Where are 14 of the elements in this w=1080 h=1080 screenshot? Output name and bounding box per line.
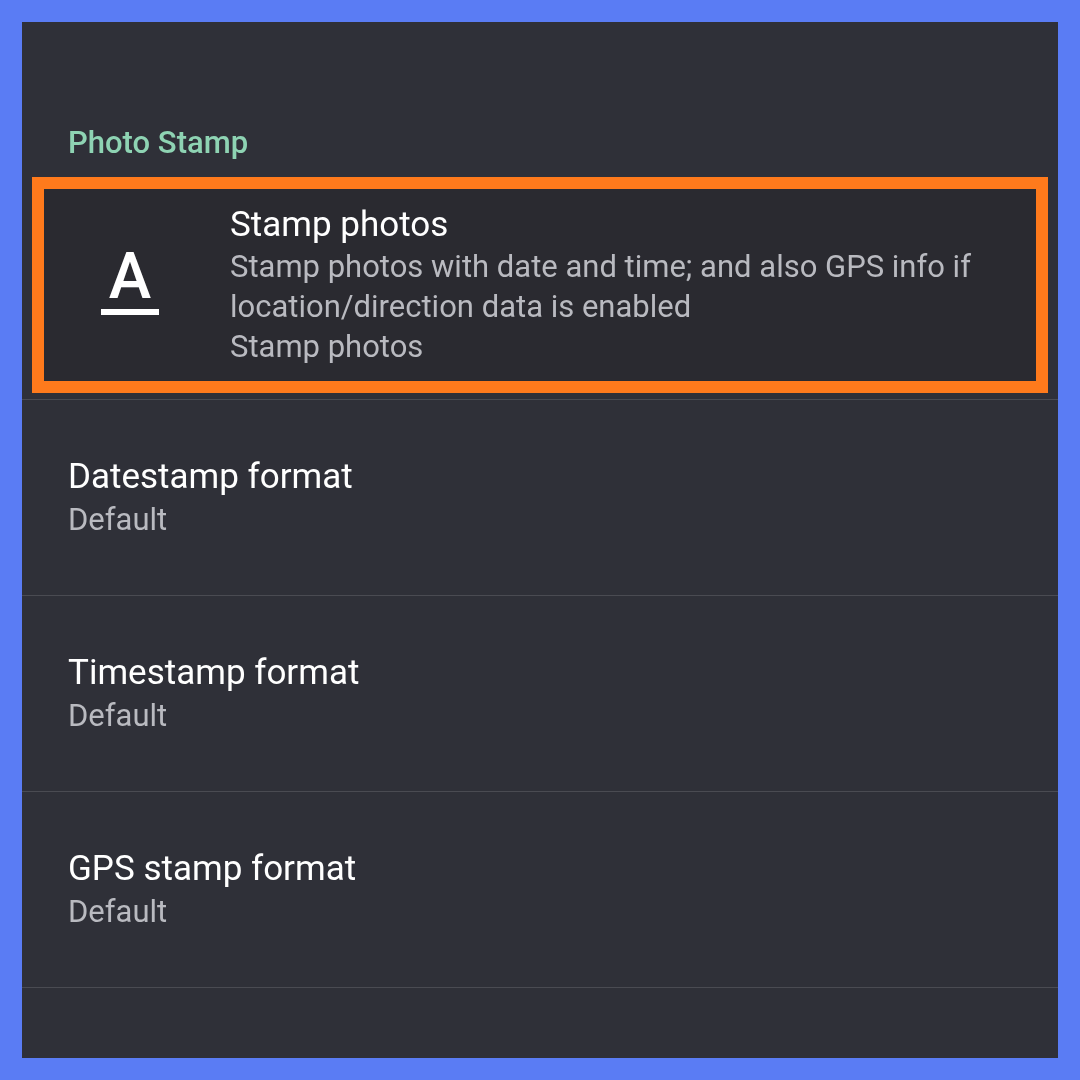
section-title: Photo Stamp	[68, 124, 249, 161]
item-title: GPS stamp format	[68, 847, 358, 891]
setting-item[interactable]: Timestamp format Default	[22, 595, 1058, 792]
item-title: Datestamp format	[68, 455, 354, 499]
setting-item[interactable]: Datestamp format Default	[22, 399, 1058, 596]
setting-item[interactable]: A Stamp photos Stamp photos with date and time; and also GPS info if location/direction data is enabled Stamp photos	[32, 176, 1048, 393]
item-value: Default	[68, 696, 169, 736]
item-value: Stamp photos	[230, 326, 425, 367]
item-title: Stamp photos	[230, 202, 450, 247]
item-value: Default	[68, 500, 169, 540]
item-title: Timestamp format	[68, 651, 361, 695]
setting-item[interactable]: GPS stamp format Default	[22, 791, 1058, 988]
item-summary: Stamp photos with date and time; and also GPS info if location/direction data is enabled	[230, 246, 972, 327]
item-value: Default	[68, 892, 169, 932]
